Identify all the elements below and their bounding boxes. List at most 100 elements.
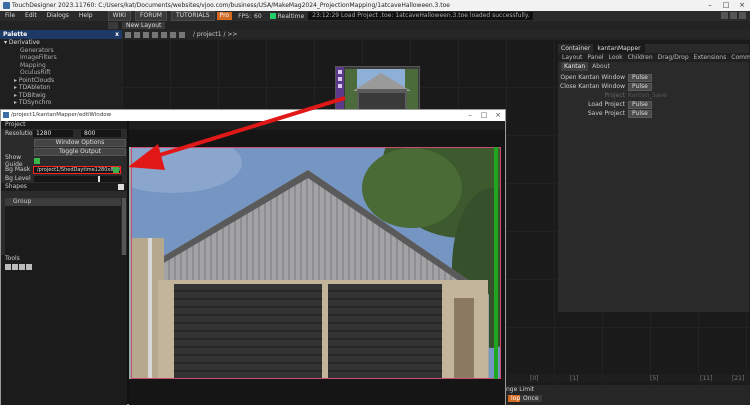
window-options-row: Window Options [1, 138, 127, 147]
op-type-label: Container [561, 45, 591, 52]
param-custom-tabs: Kantan About [558, 62, 749, 71]
mapping-viewer[interactable] [129, 121, 505, 405]
param-tab[interactable]: Panel [587, 53, 603, 62]
show-guide-checkbox[interactable] [34, 157, 40, 164]
palette-item[interactable]: Mapping [0, 62, 122, 70]
palette-item[interactable]: ▸ PointClouds [0, 77, 122, 85]
canvas-edge-handle[interactable] [494, 147, 498, 379]
param-tab[interactable]: Extensions [694, 53, 727, 62]
minimize-icon[interactable]: – [463, 110, 477, 121]
wiki-button[interactable]: WIKI [107, 11, 132, 21]
pulse-button[interactable]: Pulse [628, 82, 652, 91]
palette-item[interactable]: ImageFilters [0, 54, 122, 62]
node-flag-icon[interactable] [338, 70, 342, 74]
menu-edit[interactable]: Edit [20, 11, 42, 21]
param-value[interactable]: Kantan_Save [628, 92, 667, 99]
play-icon[interactable] [143, 31, 149, 38]
once-button[interactable]: Once [520, 395, 542, 402]
close-icon[interactable]: × [734, 0, 750, 11]
stop-icon[interactable] [134, 31, 140, 38]
toggle-output-button[interactable]: Toggle Output [34, 147, 126, 156]
shapes-add-icon[interactable] [118, 184, 124, 190]
shape-group-item[interactable]: Group [5, 198, 121, 206]
timeline-tick: [5] [650, 375, 659, 382]
param-tab[interactable]: Look [609, 53, 623, 62]
rect-tool-icon[interactable] [19, 264, 25, 270]
resolution-height-field[interactable]: 800 [81, 130, 121, 137]
editor-left-panel: Project Resolution 1280 800 Window Optio… [1, 121, 127, 405]
bg-level-slider[interactable] [34, 175, 122, 182]
forum-button[interactable]: FORUM [135, 11, 167, 21]
select-tool-icon[interactable] [5, 264, 11, 270]
palette-item-label: TDAbleton [18, 84, 51, 91]
pulse-button[interactable]: Pulse [628, 73, 652, 82]
grid-icon[interactable] [739, 12, 746, 19]
menu-file[interactable]: File [0, 11, 20, 21]
custom-param-tab[interactable]: Kantan [561, 62, 589, 71]
param-tab[interactable]: Common [731, 53, 750, 62]
menu-dialogs[interactable]: Dialogs [42, 11, 74, 21]
pulse-button[interactable]: Pulse [628, 109, 652, 118]
param-row: Load Project Pulse [558, 100, 749, 109]
param-row: Open Kantan Window Pulse [558, 73, 749, 82]
window-icon [3, 112, 9, 118]
kantan-mapper-node[interactable] [335, 66, 420, 114]
new-layout-tab[interactable]: New Layout [122, 22, 166, 29]
palette-item[interactable]: ▸ TDSynchro [0, 99, 122, 107]
bg-mask-checkbox[interactable] [113, 166, 119, 173]
shapes-scrollbar[interactable] [122, 198, 126, 256]
menu-icon[interactable] [125, 31, 131, 38]
panel-icon[interactable] [730, 12, 737, 19]
param-tab[interactable]: Children [628, 53, 653, 62]
op-name-field[interactable]: kantanMapper [593, 44, 645, 53]
bg-mask-field[interactable]: /project1/ShedDaytime1280x800 [33, 165, 121, 174]
pulse-button[interactable]: Pulse [628, 100, 652, 109]
zoom-icon[interactable] [152, 31, 158, 38]
palette-item-label: Mapping [20, 61, 46, 69]
add-icon[interactable] [161, 31, 167, 38]
node-flag-icon[interactable] [338, 84, 342, 88]
tutorials-button[interactable]: TUTORIALS [170, 11, 215, 21]
quad-tool-icon[interactable] [12, 264, 18, 270]
timeline-ruler[interactable]: [0] [1] [5] [11] [21] [500, 374, 750, 383]
realtime-toggle[interactable]: Realtime [269, 13, 304, 20]
palette-item[interactable]: ▸ TDAbleton [0, 84, 122, 92]
param-tab[interactable]: Layout [562, 53, 582, 62]
maximize-icon[interactable]: □ [718, 0, 734, 11]
menu-help[interactable]: Help [74, 11, 98, 21]
palette-item[interactable]: OculusRift [0, 69, 122, 77]
close-icon[interactable]: × [491, 110, 505, 121]
palette-item[interactable]: ▸ TDBitwig [0, 92, 122, 100]
resolution-width-field[interactable]: 1280 [33, 130, 73, 137]
shapes-label: Shapes [5, 183, 27, 190]
custom-param-tab[interactable]: About [592, 62, 610, 71]
layout-icon[interactable] [721, 12, 728, 19]
pane-split-icon[interactable] [108, 22, 118, 29]
circle-tool-icon[interactable] [26, 264, 32, 270]
circle-icon[interactable] [170, 31, 176, 38]
arrow-icon[interactable] [179, 31, 185, 38]
param-header: Container kantanMapper [558, 44, 749, 53]
pane-bar: New Layout [0, 21, 750, 30]
network-path[interactable]: / project1 / >> [193, 31, 237, 38]
timeline-tick: [11] [700, 375, 713, 382]
palette-item-label: ImageFilters [20, 54, 57, 61]
bottom-panel: nge Limit lop Once [500, 385, 750, 405]
node-flag-icon[interactable] [338, 77, 342, 81]
param-row: Project Kantan_Save [558, 91, 749, 100]
palette-item[interactable]: ▾ Derivative [0, 39, 122, 47]
projection-canvas[interactable] [131, 147, 501, 379]
bg-level-slider-handle[interactable] [98, 175, 100, 182]
param-label: Project [604, 92, 625, 99]
palette-close-icon[interactable]: x [115, 30, 119, 39]
tools-section: Tools [1, 255, 127, 405]
shapes-section: Shapes [1, 183, 127, 191]
shapes-list[interactable]: Group [5, 198, 121, 256]
param-row: Close Kantan Window Pulse [558, 82, 749, 91]
maximize-icon[interactable]: □ [477, 110, 491, 121]
window-options-button[interactable]: Window Options [34, 138, 126, 147]
palette-item[interactable]: Generators [0, 47, 122, 55]
minimize-icon[interactable]: – [702, 0, 718, 11]
license-badge: Pro [216, 12, 233, 20]
param-tab[interactable]: Drag/Drop [658, 53, 689, 62]
